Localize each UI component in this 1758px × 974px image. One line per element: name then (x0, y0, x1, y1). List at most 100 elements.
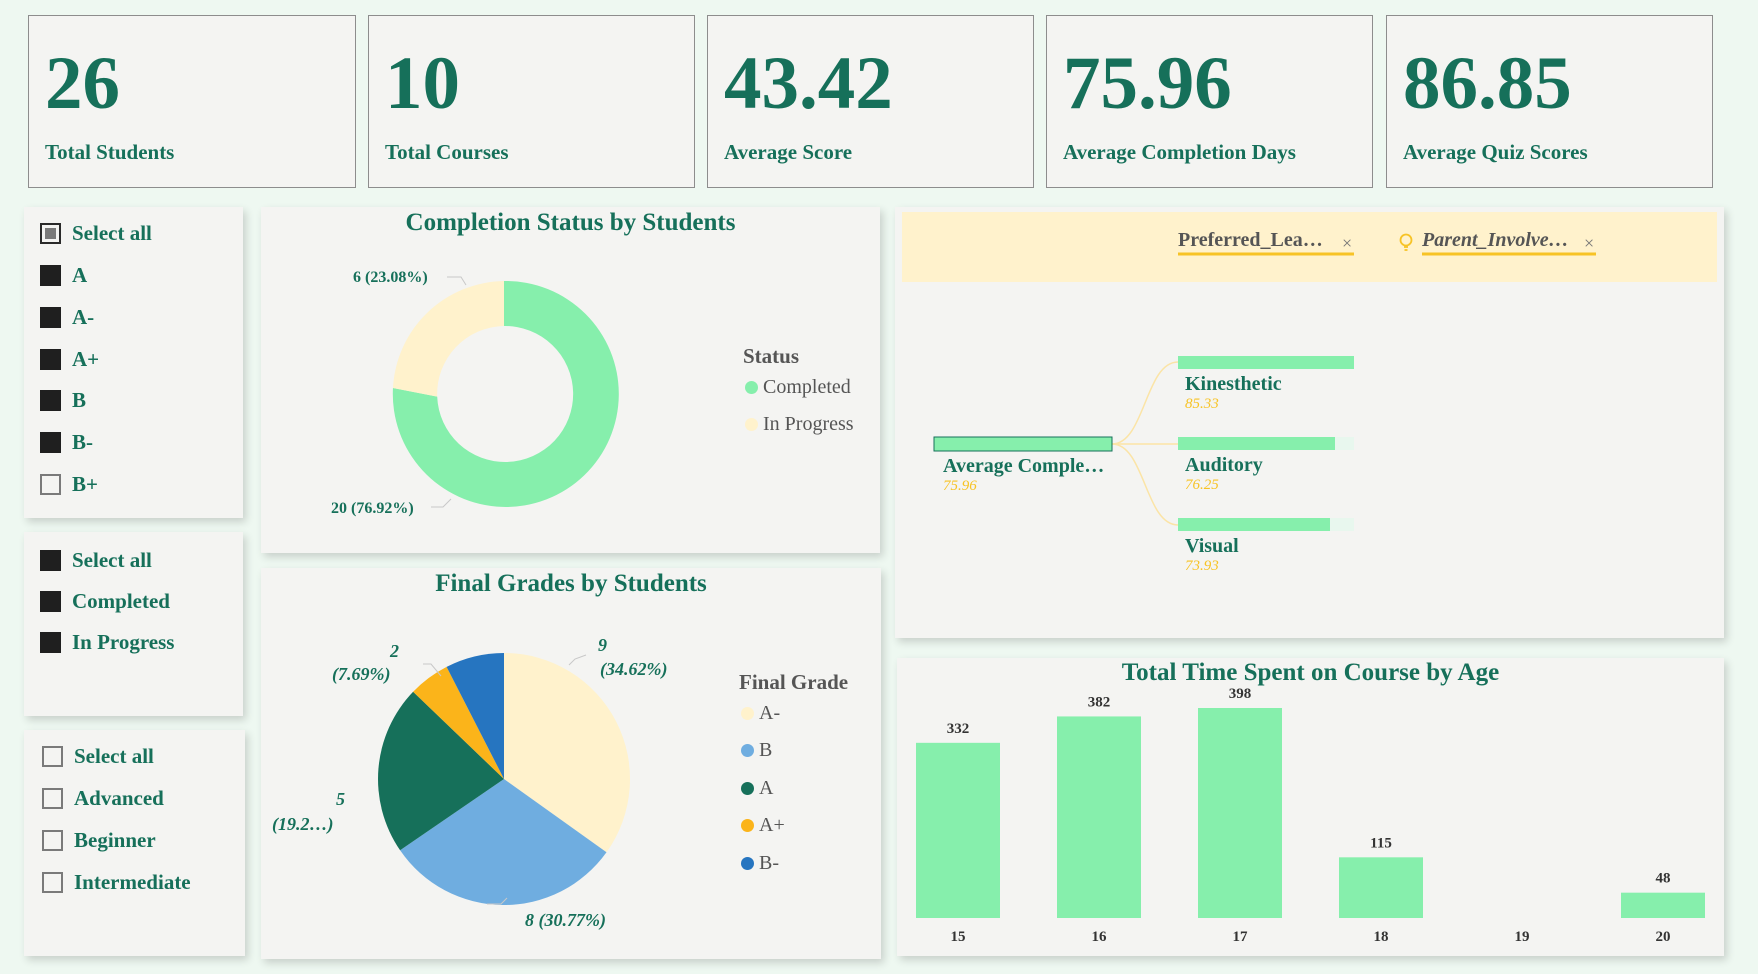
root-label: Average Comple… (943, 455, 1104, 477)
kpi-card-average-score: 43.42 Average Score (707, 15, 1034, 188)
slicer-option-label: Select all (74, 744, 154, 768)
filter-chip-label[interactable]: Preferred_Lea… (1178, 229, 1323, 251)
legend-item-a-minus[interactable]: A- (741, 702, 780, 725)
checkbox[interactable] (40, 349, 61, 370)
slicer-option-label: Completed (72, 589, 170, 613)
bar-16[interactable] (1057, 716, 1141, 918)
checkbox[interactable] (42, 746, 63, 767)
bar-value-label: 48 (1656, 871, 1671, 887)
pie-label-a-plus-pct: (7.69%) (332, 664, 390, 685)
checkbox[interactable] (42, 872, 63, 893)
legend-dot (741, 744, 754, 757)
slicer-option[interactable]: Completed (40, 589, 170, 614)
checkbox[interactable] (40, 223, 61, 244)
node-value: 73.93 (1185, 558, 1219, 574)
slicer-option[interactable]: Select all (42, 744, 154, 769)
checkbox[interactable] (40, 550, 61, 571)
slicer-option[interactable]: A+ (40, 347, 99, 372)
legend-item-a-plus[interactable]: A+ (741, 814, 785, 837)
time-spent-by-age-chart: Total Time Spent on Course by Age 332 15 3… (897, 658, 1724, 956)
close-icon[interactable]: × (1342, 233, 1352, 253)
node-bar-kinesthetic[interactable] (1178, 356, 1354, 369)
status-slicer: Select all Completed In Progress (24, 532, 243, 716)
slicer-option[interactable]: B (40, 388, 86, 413)
legend-dot (741, 857, 754, 870)
legend-label: B- (759, 852, 779, 874)
slicer-option[interactable]: B+ (40, 472, 98, 497)
slicer-option-label: B- (72, 430, 93, 454)
node-bar-auditory[interactable] (1178, 437, 1335, 450)
kpi-card-total-students: 26 Total Students (28, 15, 356, 188)
checkbox[interactable] (40, 265, 61, 286)
bar-15[interactable] (916, 742, 1000, 918)
legend-dot (741, 819, 754, 832)
legend-dot (745, 418, 758, 431)
legend-item-a[interactable]: A (741, 777, 773, 800)
legend-dot (741, 782, 754, 795)
leader-line (447, 276, 467, 286)
node-value: 76.25 (1185, 477, 1219, 493)
legend-label: B (759, 739, 773, 761)
slicer-option-label: A- (72, 305, 95, 329)
final-grades-chart: Final Grades by Students 9 (34.62%) 2 (7… (261, 568, 881, 959)
slicer-option-label: A (72, 263, 88, 287)
donut-slice-in-progress[interactable] (392, 281, 504, 397)
legend-dot (745, 381, 758, 394)
bar-20[interactable] (1621, 892, 1705, 918)
slicer-option[interactable]: Beginner (42, 828, 156, 853)
legend-item-in-progress[interactable]: In Progress (745, 413, 854, 436)
legend-label: Completed (763, 376, 851, 398)
slicer-option[interactable]: Select all (40, 221, 152, 246)
slicer-option-label: A+ (72, 347, 100, 371)
kpi-label: Average Completion Days (1063, 140, 1296, 164)
checkbox[interactable] (40, 474, 61, 495)
legend-item-b-minus[interactable]: B- (741, 852, 779, 875)
legend-item-completed[interactable]: Completed (745, 376, 851, 399)
checkbox[interactable] (42, 788, 63, 809)
decomp-svg: Preferred_Lea… × Parent_Involve… × Avera… (933, 229, 1596, 574)
slicer-option-label: B+ (72, 472, 98, 496)
legend-label: A+ (759, 814, 785, 836)
checkbox[interactable] (40, 591, 61, 612)
bar-17[interactable] (1198, 708, 1282, 918)
completion-status-chart: Completion Status by Students 6 (23.08%)… (261, 207, 880, 553)
slicer-option[interactable]: In Progress (40, 630, 174, 655)
x-tick-label: 18 (1374, 929, 1389, 945)
slicer-option-label: In Progress (72, 630, 175, 654)
slicer-option[interactable]: A (40, 263, 87, 288)
slicer-option[interactable]: A- (40, 305, 94, 330)
slicer-option[interactable]: B- (40, 430, 93, 455)
slicer-option[interactable]: Select all (40, 548, 152, 573)
kpi-card-average-completion-days: 75.96 Average Completion Days (1046, 15, 1373, 188)
filter-chip-label[interactable]: Parent_Involve… (1421, 229, 1569, 251)
root-value: 75.96 (943, 478, 977, 494)
bar-18[interactable] (1339, 857, 1423, 918)
node-bar-visual[interactable] (1178, 518, 1330, 531)
donut-label-completed: 20 (76.92%) (331, 500, 414, 517)
tree-connector (1111, 361, 1179, 445)
kpi-card-average-quiz-scores: 86.85 Average Quiz Scores (1386, 15, 1713, 188)
pie-label-b: 8 (30.77%) (525, 910, 606, 931)
bar-chart-svg: 332 15 382 16 398 17 115 18 19 48 20 (916, 686, 1705, 945)
close-icon[interactable]: × (1584, 233, 1594, 253)
legend-item-b[interactable]: B (741, 739, 772, 762)
x-tick-label: 17 (1233, 929, 1249, 945)
slicer-option[interactable]: Advanced (42, 786, 164, 811)
root-bar[interactable] (933, 436, 1113, 452)
legend-dot (741, 707, 754, 720)
kpi-value: 26 (45, 42, 120, 125)
legend-label: In Progress (763, 413, 854, 435)
node-label: Auditory (1185, 454, 1263, 476)
checkbox[interactable] (42, 830, 63, 851)
lightbulb-icon (1399, 233, 1413, 251)
slicer-option-label: Select all (72, 221, 152, 245)
checkbox[interactable] (40, 632, 61, 653)
checkbox[interactable] (40, 432, 61, 453)
checkbox[interactable] (40, 390, 61, 411)
checkbox[interactable] (40, 307, 61, 328)
tree-connector (1111, 443, 1179, 526)
legend-label: A- (759, 702, 781, 724)
slicer-option[interactable]: Intermediate (42, 870, 191, 895)
legend-title: Final Grade (739, 670, 849, 694)
node-value: 85.33 (1185, 396, 1219, 412)
